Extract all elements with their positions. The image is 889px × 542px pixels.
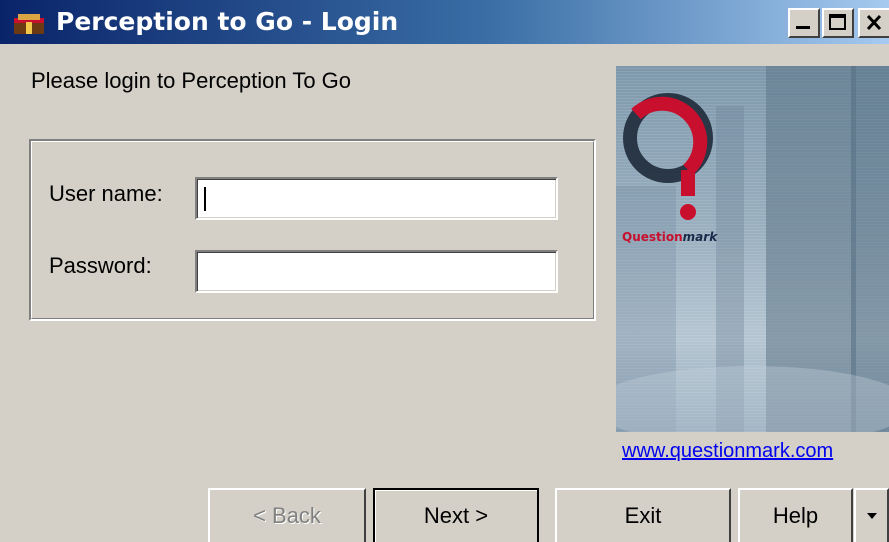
- close-button[interactable]: [858, 8, 889, 38]
- help-dropdown-button[interactable]: [854, 488, 889, 542]
- title-bar[interactable]: Perception to Go - Login: [0, 0, 889, 44]
- website-link[interactable]: www.questionmark.com: [622, 440, 833, 463]
- login-prompt: Please login to Perception To Go: [31, 68, 352, 93]
- text-caret: [204, 187, 206, 211]
- window-title: Perception to Go - Login: [56, 7, 399, 36]
- username-label: User name:: [49, 181, 163, 206]
- chevron-down-icon: [865, 511, 879, 521]
- password-label: Password:: [49, 253, 152, 278]
- login-window: Perception to Go - Login Please login to: [0, 0, 889, 542]
- minimize-button[interactable]: [788, 8, 820, 38]
- app-icon: [12, 12, 48, 36]
- back-button[interactable]: < Back: [208, 488, 366, 542]
- help-button[interactable]: Help: [738, 488, 853, 542]
- password-input[interactable]: [195, 250, 558, 293]
- next-button[interactable]: Next >: [373, 488, 539, 542]
- brand-name-part1: Question: [622, 230, 683, 244]
- exit-button[interactable]: Exit: [555, 488, 731, 542]
- credentials-group: [29, 139, 596, 321]
- username-input[interactable]: [195, 177, 558, 220]
- brand-name-part2: mark: [682, 230, 718, 244]
- maximize-button[interactable]: [822, 8, 854, 38]
- brand-image: Questionmark: [616, 66, 889, 432]
- brand-name: Questionmark: [622, 230, 717, 244]
